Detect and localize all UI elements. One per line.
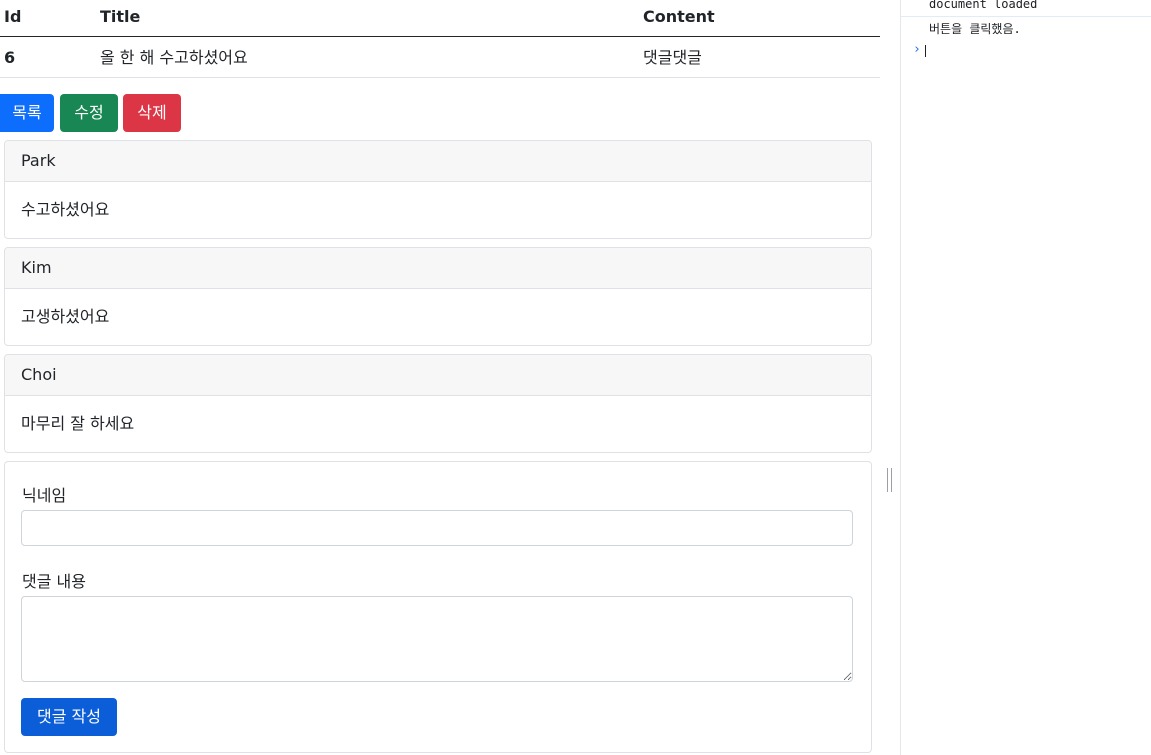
- edit-button[interactable]: 수정: [60, 94, 118, 132]
- resize-grip-icon[interactable]: [887, 468, 892, 492]
- comment-text: 마무리 잘 하세요: [21, 414, 135, 433]
- nickname-label: 닉네임: [22, 486, 67, 505]
- header-id: Id: [4, 7, 22, 26]
- comment-card: Choi 마무리 잘 하세요: [4, 354, 872, 453]
- table-header-row: Id Title Content: [0, 0, 880, 37]
- header-title: Title: [100, 7, 141, 26]
- comment-author: Park: [5, 141, 871, 182]
- cell-id: 6: [4, 48, 16, 67]
- submit-comment-button[interactable]: 댓글 작성: [21, 698, 117, 736]
- cell-content: 댓글댓글: [643, 48, 702, 67]
- cell-title: 올 한 해 수고하셨어요: [100, 48, 248, 67]
- nickname-input[interactable]: [21, 510, 853, 546]
- console-input-caret[interactable]: [925, 45, 926, 57]
- article-table: Id Title Content 6 올 한 해 수고하셨어요 댓글댓글: [0, 0, 880, 78]
- comment-content-label: 댓글 내용: [22, 572, 86, 591]
- comment-form: 닉네임 댓글 내용 댓글 작성: [4, 461, 872, 753]
- comment-card: Kim 고생하셨어요: [4, 247, 872, 346]
- comment-author: Choi: [5, 355, 871, 396]
- panel-splitter[interactable]: [880, 0, 900, 755]
- comment-content-textarea[interactable]: [21, 596, 853, 682]
- console-prompt-icon: ›: [913, 42, 921, 57]
- page-main: Id Title Content 6 올 한 해 수고하셨어요 댓글댓글 목록 …: [0, 0, 880, 755]
- comment-card: Park 수고하셨어요: [4, 140, 872, 239]
- console-log-line: 버튼을 클릭했음.: [929, 22, 1021, 36]
- delete-button[interactable]: 삭제: [123, 94, 181, 132]
- console-log-line: document loaded: [929, 0, 1038, 11]
- devtools-console: document loaded 버튼을 클릭했음. ›: [900, 0, 1151, 755]
- comment-text: 고생하셨어요: [21, 307, 110, 326]
- header-content: Content: [643, 7, 715, 26]
- table-row: 6 올 한 해 수고하셨어요 댓글댓글: [0, 37, 880, 78]
- comment-author: Kim: [5, 248, 871, 289]
- list-button[interactable]: 목록: [0, 94, 54, 132]
- comment-text: 수고하셨어요: [21, 200, 110, 219]
- console-divider: [901, 16, 1151, 17]
